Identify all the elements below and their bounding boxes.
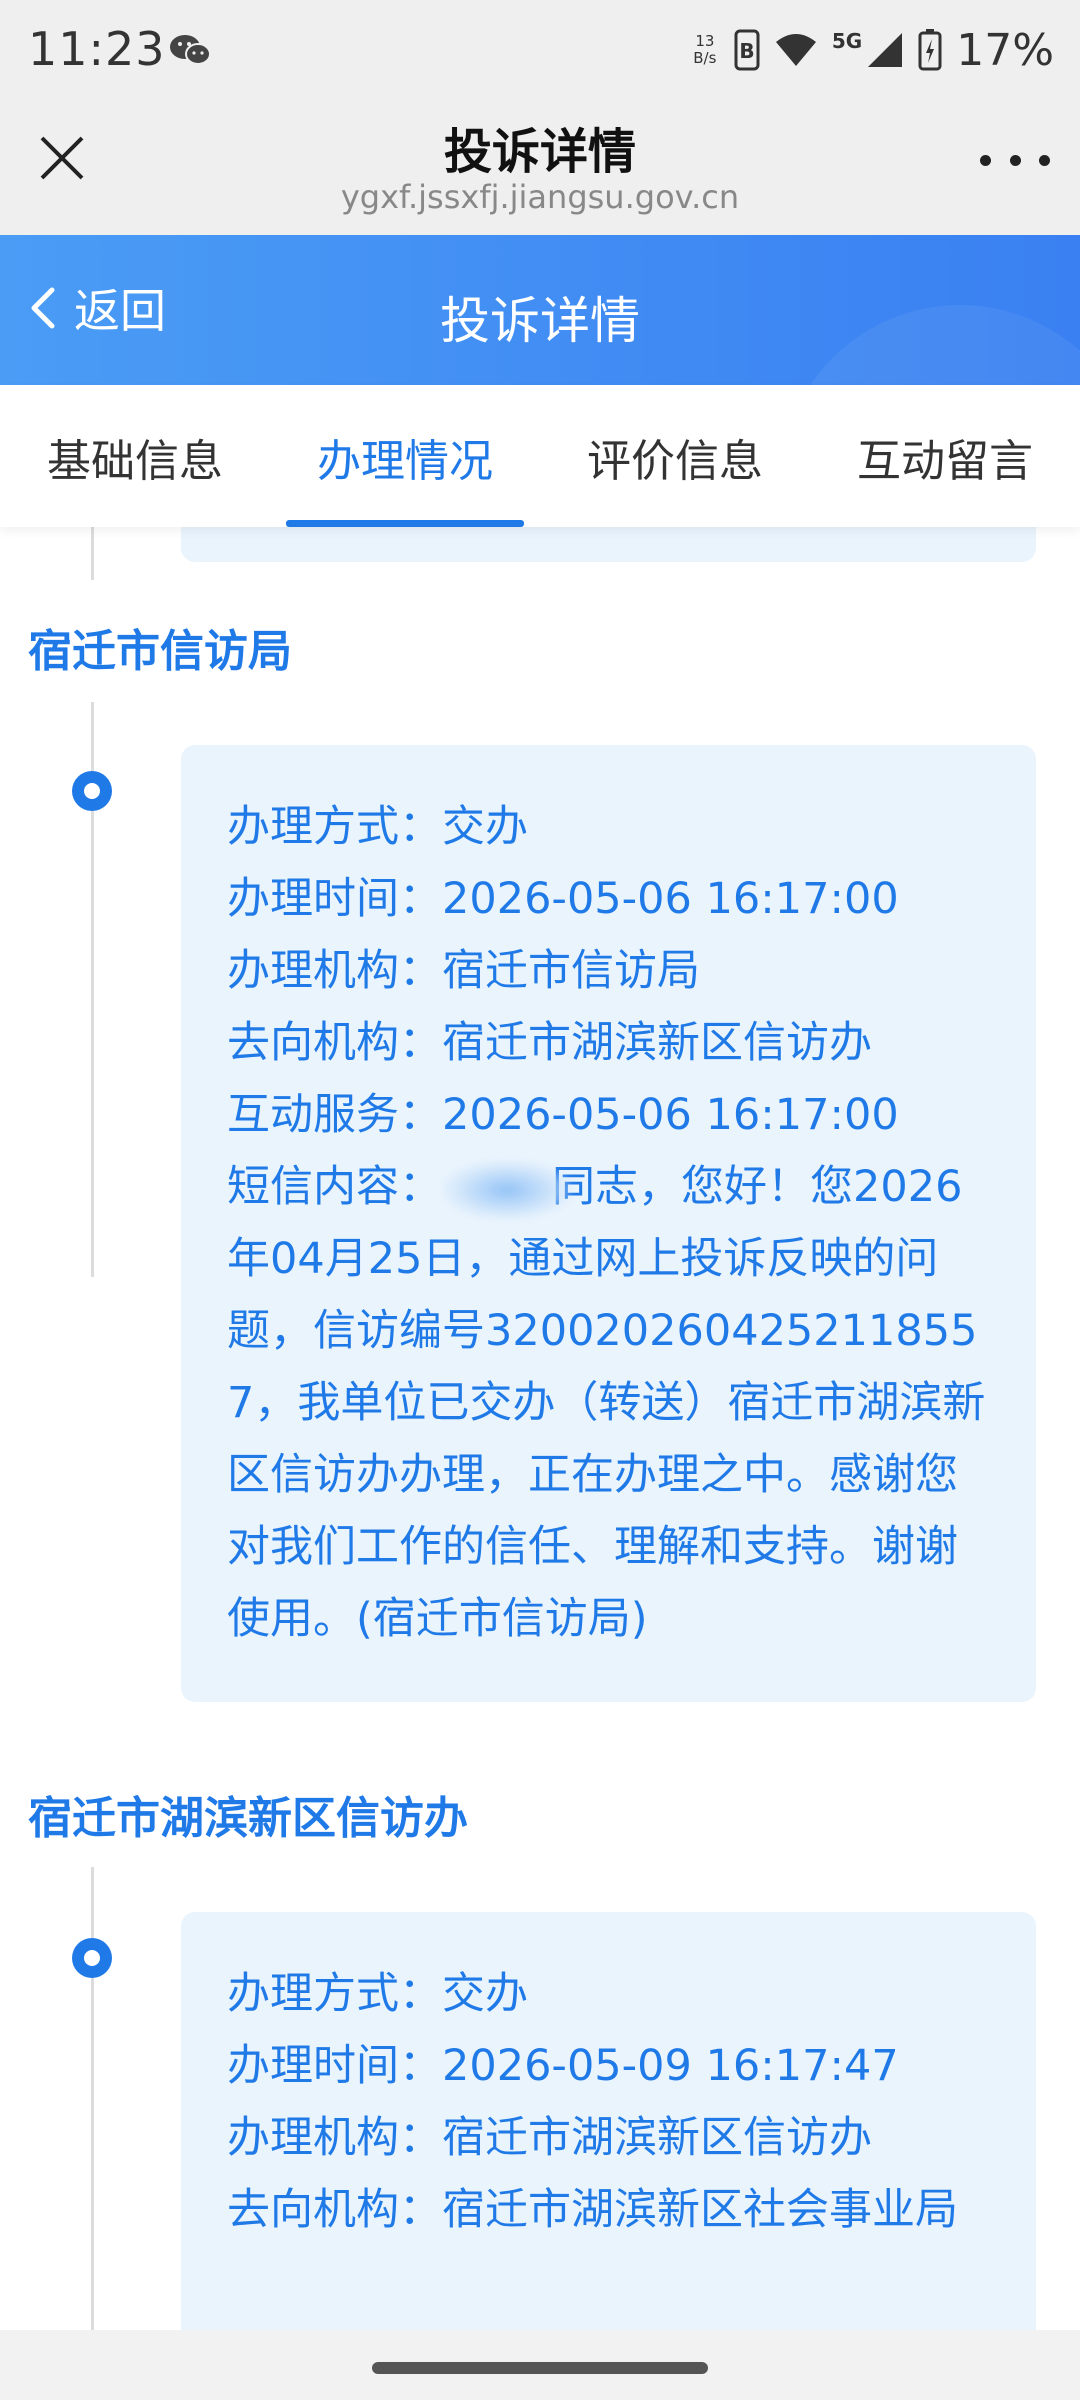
record-department: 宿迁市信访局 bbox=[28, 626, 292, 677]
record-row: 去向机构：宿迁市湖滨新区信访办 bbox=[227, 1007, 992, 1079]
record-row: 办理方式：交办 bbox=[227, 791, 992, 863]
status-time: 11:23 bbox=[28, 22, 166, 76]
timeline-dot bbox=[72, 1938, 112, 1978]
row-label: 办理机构： bbox=[227, 2113, 442, 2163]
sms-text: 同志，您好！您2026年04月25日，通过网上投诉反映的问题，信访编号32002… bbox=[227, 1162, 986, 1644]
more-dot bbox=[980, 154, 991, 166]
record-row: 办理方式：交办 bbox=[227, 1958, 992, 2030]
timeline-dot bbox=[72, 771, 112, 811]
more-dot bbox=[1009, 154, 1021, 166]
previous-record-card bbox=[181, 527, 1036, 562]
app-header: 返回 投诉详情 bbox=[0, 235, 1080, 385]
record-row: 办理机构：宿迁市湖滨新区信访办 bbox=[227, 2102, 992, 2174]
record-row: 去向机构：宿迁市湖滨新区社会事业局 bbox=[227, 2174, 992, 2246]
tab-basic-info[interactable]: 基础信息 bbox=[0, 385, 270, 527]
gesture-nav-bar bbox=[0, 2330, 1080, 2400]
record-row: 办理时间：2026-05-09 16:17:47 bbox=[227, 2030, 992, 2102]
sms-content: 短信内容： 同志，您好！您2026年04月25日，通过网上投诉反映的问题，信访编号… bbox=[227, 1151, 992, 1655]
timeline-line bbox=[91, 527, 94, 580]
row-value: 2026-05-06 16:17:00 bbox=[442, 1090, 899, 1140]
row-label: 办理时间： bbox=[227, 874, 442, 924]
row-value: 宿迁市信访局 bbox=[442, 946, 700, 996]
row-label: 短信内容： bbox=[227, 1162, 442, 1212]
record-card: 办理方式：交办 办理时间：2026-05-06 16:17:00 办理机构：宿迁… bbox=[181, 745, 1036, 1702]
handling-timeline[interactable]: 宿迁市信访局 办理方式：交办 办理时间：2026-05-06 16:17:00 … bbox=[0, 527, 1080, 2330]
browser-title-bar: 投诉详情 ygxf.jssxfj.jiangsu.gov.cn bbox=[0, 100, 1080, 235]
redacted-name bbox=[442, 1159, 572, 1220]
row-label: 去向机构： bbox=[227, 2185, 442, 2235]
row-label: 去向机构： bbox=[227, 1018, 442, 1068]
network-type: 5G bbox=[831, 29, 863, 53]
record-row: 办理时间：2026-05-06 16:17:00 bbox=[227, 863, 992, 935]
more-icon[interactable] bbox=[980, 140, 1050, 180]
row-value: 宿迁市湖滨新区社会事业局 bbox=[442, 2185, 958, 2235]
net-speed-unit: B/s bbox=[693, 49, 717, 67]
tab-messages[interactable]: 互动留言 bbox=[810, 385, 1080, 527]
signal-icon bbox=[868, 33, 903, 67]
row-value: 交办 bbox=[442, 1969, 528, 2019]
record-row: 办理机构：宿迁市信访局 bbox=[227, 935, 992, 1007]
browser-title: 投诉详情 bbox=[443, 124, 636, 180]
tab-evaluation[interactable]: 评价信息 bbox=[540, 385, 810, 527]
row-label: 办理机构： bbox=[227, 946, 442, 996]
data-saver-icon: B bbox=[734, 29, 760, 71]
row-value: 2026-05-09 16:17:47 bbox=[442, 2041, 899, 2091]
battery-percent: 17% bbox=[956, 24, 1054, 76]
battery-icon bbox=[918, 29, 942, 71]
timeline-line bbox=[91, 1867, 94, 2330]
tab-handling-status[interactable]: 办理情况 bbox=[270, 385, 540, 527]
record-card: 办理方式：交办 办理时间：2026-05-09 16:17:47 办理机构：宿迁… bbox=[181, 1912, 1036, 2330]
status-icons: 13 B/s B 5G 17% bbox=[690, 24, 1054, 76]
record-department: 宿迁市湖滨新区信访办 bbox=[28, 1793, 468, 1844]
status-bar: 11:23 13 B/s B 5G 17% bbox=[0, 0, 1080, 100]
record-row: 互动服务：2026-05-06 16:17:00 bbox=[227, 1079, 992, 1151]
wechat-icon bbox=[170, 35, 211, 65]
more-dot bbox=[1039, 154, 1050, 166]
net-speed-value: 13 bbox=[695, 32, 715, 50]
wifi-icon bbox=[775, 34, 816, 66]
row-value: 宿迁市湖滨新区信访办 bbox=[442, 1018, 872, 1068]
net-speed: 13 B/s bbox=[690, 33, 720, 67]
row-label: 办理时间： bbox=[227, 2041, 442, 2091]
row-value: 交办 bbox=[442, 802, 528, 852]
browser-url: ygxf.jssxfj.jiangsu.gov.cn bbox=[340, 178, 740, 216]
row-value: 2026-05-06 16:17:00 bbox=[442, 874, 899, 924]
tab-bar: 基础信息 办理情况 评价信息 互动留言 bbox=[0, 385, 1080, 527]
row-label: 办理方式： bbox=[227, 1969, 442, 2019]
row-label: 互动服务： bbox=[227, 1090, 442, 1140]
home-indicator[interactable] bbox=[372, 2362, 708, 2374]
header-title: 投诉详情 bbox=[440, 292, 640, 350]
row-label: 办理方式： bbox=[227, 802, 442, 852]
svg-text:B: B bbox=[739, 39, 754, 63]
row-value: 宿迁市湖滨新区信访办 bbox=[442, 2113, 872, 2163]
